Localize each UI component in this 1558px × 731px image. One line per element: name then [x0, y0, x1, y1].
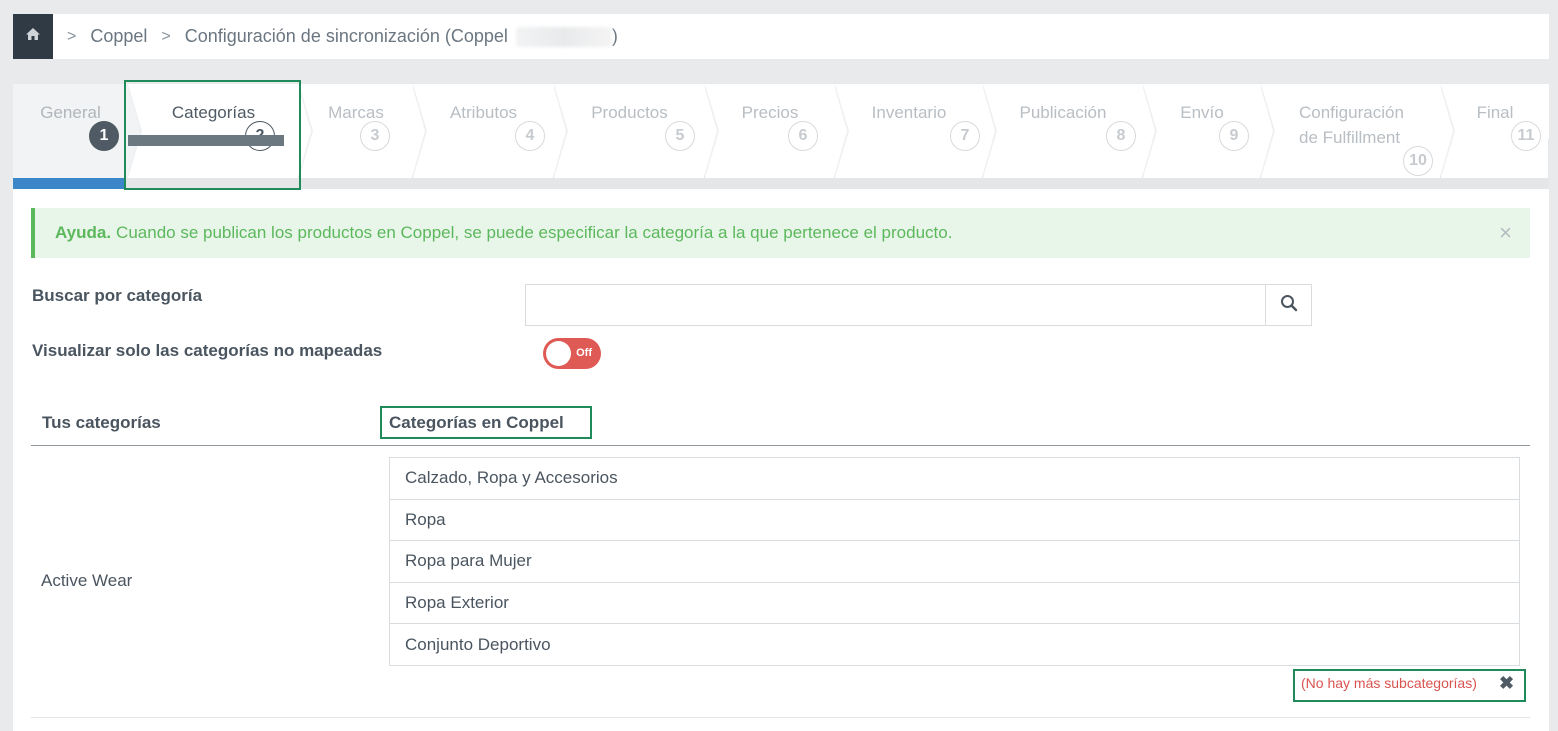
breadcrumb-item-coppel[interactable]: Coppel — [90, 26, 147, 47]
coppel-category-path: Calzado, Ropa y Accesorios Ropa Ropa para … — [389, 457, 1520, 666]
wizard-step-number: 6 — [788, 121, 818, 151]
progress-track — [13, 178, 1549, 189]
wizard-step-number: 1 — [89, 121, 119, 151]
wizard-step[interactable]: Marcas 3 — [299, 84, 427, 178]
chevron-right-icon: > — [67, 27, 77, 45]
wizard-steps: General1Categorías2Marcas3Atributos4Prod… — [13, 84, 1549, 178]
toggle-knob — [546, 341, 571, 366]
wizard-step[interactable]: Atributos 4 — [413, 84, 568, 178]
toggle-state: Off — [576, 347, 592, 359]
unmapped-filter-label: Visualizar solo las categorías no mapead… — [32, 341, 383, 360]
search-button[interactable] — [1265, 284, 1312, 326]
wizard-step-arrow — [982, 84, 997, 178]
redacted-text — [515, 26, 612, 47]
wizard-step-number: 10 — [1403, 146, 1433, 176]
wizard-step-arrow — [298, 84, 313, 178]
no-more-subcategories: (No hay más subcategorías) — [1301, 675, 1477, 691]
wizard-step-label: Marcas — [328, 103, 384, 122]
wizard-step-arrow — [553, 84, 568, 178]
wizard-step[interactable]: Precios 6 — [705, 84, 849, 178]
breadcrumb-tail: ) — [611, 26, 618, 46]
wizard-step-label: Final — [1476, 103, 1514, 122]
search-label: Buscar por categoría — [32, 286, 203, 305]
row-divider — [31, 717, 1530, 718]
category-path-item[interactable]: Ropa — [389, 498, 1520, 542]
category-path-item[interactable]: Ropa para Mujer — [389, 540, 1520, 583]
clear-mapping-icon[interactable]: ✖ — [1499, 673, 1514, 694]
wizard-step-number: 8 — [1106, 121, 1136, 151]
wizard-step-number: 9 — [1219, 121, 1249, 151]
wizard-step-arrow — [1260, 84, 1275, 178]
search-input[interactable] — [525, 284, 1265, 326]
wizard-step-arrow — [412, 84, 427, 178]
wizard-step-label: Categorías — [171, 103, 256, 122]
alert-text: Cuando se publican los productos en Copp… — [116, 223, 953, 242]
wizard-step-label: Configuración de Fulfillment — [1299, 103, 1404, 147]
wizard-step[interactable]: Inventario 7 — [835, 84, 997, 178]
wizard-step-label: General — [40, 103, 101, 122]
wizard-step-arrow — [127, 84, 142, 178]
table-header-divider — [31, 445, 1530, 446]
column-header-your-categories: Tus categorías — [42, 413, 161, 432]
breadcrumb: > Coppel > Configuración de sincronizaci… — [13, 14, 1549, 59]
row-category-label: Active Wear — [41, 571, 133, 590]
wizard-step-number: 4 — [515, 121, 545, 151]
search-group — [525, 284, 1312, 326]
step-progress-marker — [128, 135, 284, 146]
wizard-step-number: 3 — [360, 121, 390, 151]
chevron-right-icon: > — [161, 27, 171, 45]
main-panel: General1Categorías2Marcas3Atributos4Prod… — [13, 80, 1549, 731]
wizard-step-label: Precios — [741, 103, 799, 122]
wizard-step[interactable]: Productos 5 — [554, 84, 719, 178]
wizard-step[interactable]: General 1 — [13, 84, 142, 178]
close-icon[interactable]: × — [1499, 220, 1512, 246]
unmapped-toggle[interactable]: Off — [543, 338, 601, 369]
column-header-coppel-categories: Categorías en Coppel — [389, 413, 564, 432]
category-path-item[interactable]: Calzado, Ropa y Accesorios — [389, 457, 1520, 500]
wizard-step-arrow — [1142, 84, 1157, 178]
wizard-step-number: 7 — [950, 121, 980, 151]
wizard-step-number: 5 — [665, 121, 695, 151]
home-button[interactable] — [13, 14, 53, 59]
wizard-step[interactable]: Categorías2 — [128, 84, 313, 178]
progress-fill — [13, 178, 125, 189]
wizard-step[interactable]: Publicación 8 — [983, 84, 1157, 178]
wizard-step-number: 11 — [1511, 121, 1541, 151]
category-path-item[interactable]: Conjunto Deportivo — [389, 623, 1520, 666]
wizard-step-arrow — [834, 84, 849, 178]
wizard-step-label: Envío — [1180, 103, 1224, 122]
wizard-step-divider — [1548, 139, 1549, 178]
search-icon — [1280, 294, 1298, 317]
wizard-step[interactable]: Envío 9 — [1143, 84, 1275, 178]
home-icon — [25, 27, 41, 46]
alert-title: Ayuda. — [55, 223, 112, 242]
wizard-step[interactable]: Final 11 — [1441, 84, 1549, 178]
category-path-item[interactable]: Ropa Exterior — [389, 581, 1520, 625]
wizard-step-arrow — [704, 84, 719, 178]
help-alert: Ayuda. Cuando se publican los productos … — [31, 208, 1530, 258]
wizard-step[interactable]: Configuración de Fulfillment 10 — [1261, 84, 1455, 178]
breadcrumb-item-sync-config: Configuración de sincronización (Coppel — [184, 26, 508, 46]
wizard-step-arrow — [1440, 84, 1455, 178]
